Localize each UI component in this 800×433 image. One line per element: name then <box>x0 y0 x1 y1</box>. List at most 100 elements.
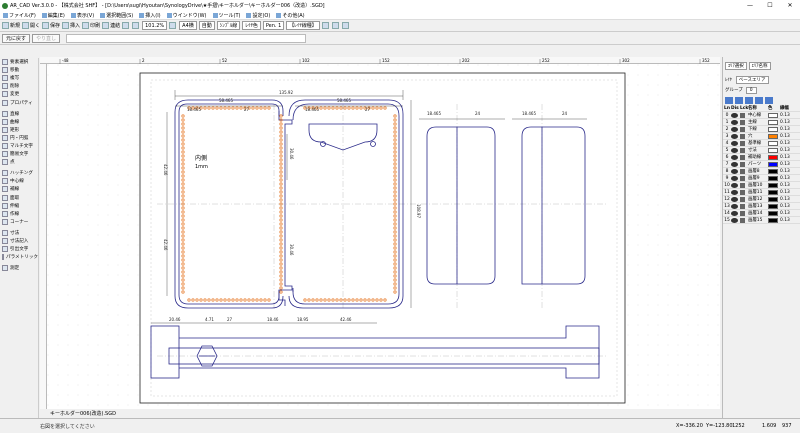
tool-item[interactable]: プロパティ <box>0 98 38 106</box>
menu-settings[interactable]: 設定(O) <box>246 12 270 19</box>
eye-icon[interactable] <box>731 196 738 202</box>
save-button[interactable]: 保存 <box>42 21 60 30</box>
tool-item[interactable]: 引出文字 <box>0 245 38 253</box>
tool-item[interactable]: 削除 <box>0 82 38 90</box>
layer-row[interactable]: 4 基準線 0.13 <box>723 140 800 147</box>
lock-icon[interactable] <box>740 168 745 174</box>
layer-row[interactable]: 13 画層13 0.13 <box>723 203 800 210</box>
auto-select[interactable]: 自動 <box>198 21 215 30</box>
image-button[interactable] <box>331 21 340 30</box>
lock-icon[interactable] <box>740 147 745 153</box>
base-area-field[interactable]: ベースエリア <box>735 76 769 84</box>
zoom-out-button[interactable] <box>132 21 140 30</box>
eye-icon[interactable] <box>731 210 738 216</box>
area-select-tab[interactable]: ｴﾘｱ選択 <box>725 62 747 70</box>
layer-color-swatch[interactable] <box>768 189 778 195</box>
document-tab[interactable]: キーホルダー006(改造).SGD <box>40 409 720 418</box>
close-button[interactable]: ✕ <box>780 2 800 9</box>
tool-item[interactable]: 伸縮 <box>0 202 38 210</box>
undo-button[interactable]: 元に戻す <box>2 33 31 43</box>
eye-icon[interactable] <box>731 175 738 181</box>
lock-icon[interactable] <box>740 182 745 188</box>
pen-select[interactable]: Pen. 1 <box>262 21 285 30</box>
group-select[interactable]: 0 <box>745 86 757 94</box>
command-field[interactable] <box>66 33 307 43</box>
paper-button[interactable] <box>169 21 177 30</box>
area-name-tab[interactable]: ｴﾘｱ名称 <box>748 62 771 70</box>
layer-color-swatch[interactable] <box>768 168 778 174</box>
tool-item[interactable]: マルチ文字 <box>0 142 38 150</box>
lock-icon[interactable] <box>740 217 745 223</box>
maximize-button[interactable]: ☐ <box>760 2 780 9</box>
menu-select[interactable]: 選択範囲(S) <box>100 12 133 19</box>
line-type-select[interactable]: 【ﾚｲﾔ線種】 <box>286 21 320 30</box>
tool-item[interactable]: 矩形 <box>0 126 38 134</box>
layer-row[interactable]: 7 パーツ 0.13 <box>723 161 800 168</box>
tool-item[interactable]: 直線 <box>0 110 38 118</box>
layer-color-swatch[interactable] <box>768 175 778 181</box>
drawing-svg[interactable]: 135.92 58.465 58.465 18.465 27 18.465 27… <box>47 64 720 409</box>
layer-row[interactable]: 12 画層12 0.13 <box>723 196 800 203</box>
line-color-select[interactable]: ﾚｲﾔ色 <box>242 21 261 30</box>
zoom-in-button[interactable] <box>122 21 130 30</box>
layer-tool-icon[interactable] <box>725 96 733 104</box>
zoom-select[interactable]: 101.2% <box>142 21 168 30</box>
layer-row[interactable]: 14 画層14 0.13 <box>723 210 800 217</box>
menu-window[interactable]: ウインドウ(W) <box>166 12 207 19</box>
menu-file[interactable]: ファイル(F) <box>3 12 36 19</box>
eye-icon[interactable] <box>731 112 738 118</box>
layer-row[interactable]: 8 画層8 0.13 <box>723 168 800 175</box>
lock-icon[interactable] <box>740 140 745 146</box>
eye-icon[interactable] <box>731 203 738 209</box>
layer-row[interactable]: 3 穴 0.13 <box>723 133 800 140</box>
layer-color-swatch[interactable] <box>768 210 778 216</box>
layer-tool-icon[interactable] <box>765 96 773 104</box>
eye-icon[interactable] <box>731 217 738 223</box>
lock-icon[interactable] <box>740 119 745 125</box>
eye-icon[interactable] <box>731 119 738 125</box>
layer-row[interactable]: 15 画層15 0.13 <box>723 217 800 224</box>
layer-color-swatch[interactable] <box>768 119 778 125</box>
eye-icon[interactable] <box>731 147 738 153</box>
tool-item[interactable]: 変更 <box>0 90 38 98</box>
grid-button[interactable] <box>321 21 330 30</box>
layer-tool-icon[interactable] <box>735 96 743 104</box>
layer-row[interactable]: 1 主線 0.13 <box>723 119 800 126</box>
tool-item[interactable]: 要素選択 <box>0 58 38 66</box>
lock-icon[interactable] <box>740 126 745 132</box>
layer-color-swatch[interactable] <box>768 126 778 132</box>
layer-color-swatch[interactable] <box>768 147 778 153</box>
eye-icon[interactable] <box>731 154 738 160</box>
tool-item[interactable]: 寸法記入 <box>0 237 38 245</box>
tool-item[interactable]: 点 <box>0 158 38 166</box>
lock-icon[interactable] <box>740 154 745 160</box>
lock-icon[interactable] <box>740 189 745 195</box>
eye-icon[interactable] <box>731 140 738 146</box>
tool-item[interactable]: 簡易文字 <box>0 150 38 158</box>
tool-item[interactable]: 円・円弧 <box>0 134 38 142</box>
layer-color-swatch[interactable] <box>768 203 778 209</box>
tool-item[interactable]: 測定 <box>0 264 38 272</box>
line-width-select[interactable]: ｼﾝﾌﾟﾙ線 <box>216 21 241 30</box>
lock-icon[interactable] <box>740 112 745 118</box>
layer-row[interactable]: 0 中心線 0.13 <box>723 112 800 119</box>
insert-button[interactable]: 挿入 <box>62 21 80 30</box>
eye-icon[interactable] <box>731 133 738 139</box>
paper-select[interactable]: A4横 <box>179 21 197 30</box>
eye-icon[interactable] <box>731 161 738 167</box>
eye-icon[interactable] <box>731 189 738 195</box>
lock-icon[interactable] <box>740 133 745 139</box>
menu-tools[interactable]: ツール(T) <box>212 12 240 19</box>
lock-icon[interactable] <box>740 196 745 202</box>
layer-color-swatch[interactable] <box>768 133 778 139</box>
layer-color-swatch[interactable] <box>768 182 778 188</box>
layer-row[interactable]: 6 補助線 0.13 <box>723 154 800 161</box>
link-button[interactable]: 連結 <box>102 21 120 30</box>
layer-row[interactable]: 5 寸法 0.13 <box>723 147 800 154</box>
tool-item[interactable]: ハッチング <box>0 169 38 177</box>
redo-button[interactable]: やり直し <box>32 33 61 43</box>
layer-color-swatch[interactable] <box>768 140 778 146</box>
drawing-canvas[interactable]: 135.92 58.465 58.465 18.465 27 18.465 27… <box>47 64 720 409</box>
eye-icon[interactable] <box>731 168 738 174</box>
tool-item[interactable]: 曲線 <box>0 118 38 126</box>
